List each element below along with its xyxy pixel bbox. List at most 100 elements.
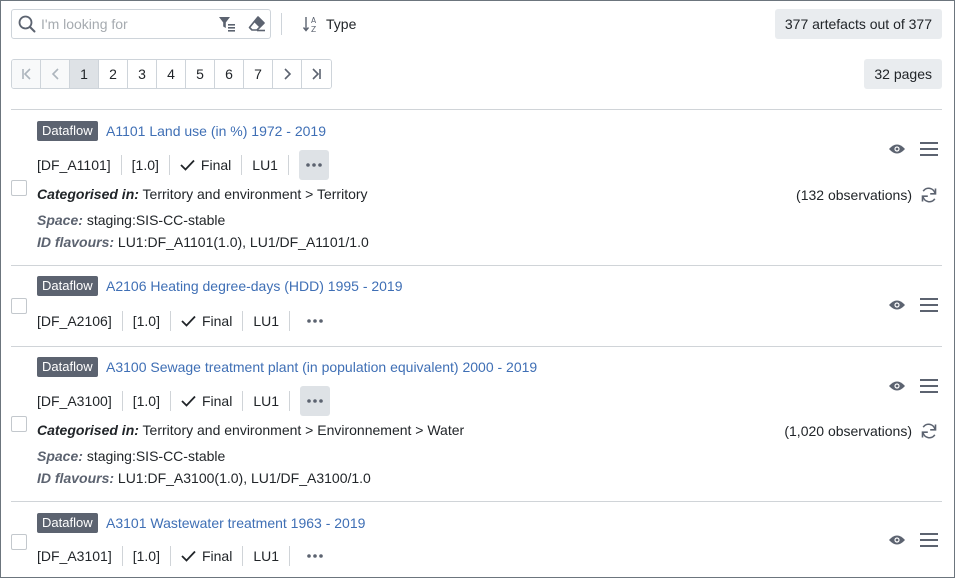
- item-checkbox[interactable]: [11, 180, 27, 196]
- ellipsis-icon: [306, 163, 322, 167]
- categorised-label: Categorised in:: [37, 422, 139, 438]
- artefact-status: Final: [171, 546, 244, 566]
- filter-list-icon[interactable]: [218, 16, 236, 32]
- eye-icon[interactable]: [888, 143, 906, 155]
- flavours-line: ID flavours: LU1:DF_A3100(1.0), LU1/DF_A…: [37, 470, 371, 486]
- sort-label: Type: [326, 16, 357, 32]
- page-button-5[interactable]: 5: [186, 60, 215, 88]
- space-line: Space: staging:SIS-CC-stable: [37, 448, 225, 464]
- item-checkbox[interactable]: [11, 298, 27, 314]
- space-label: Space:: [37, 448, 83, 464]
- artefact-title-link[interactable]: A2106 Heating degree-days (HDD) 1995 - 2…: [106, 278, 403, 294]
- check-icon: [181, 315, 196, 327]
- ellipsis-icon: [307, 554, 323, 558]
- search-box[interactable]: [11, 9, 271, 39]
- item-actions: [888, 298, 938, 312]
- eraser-icon[interactable]: [248, 15, 266, 33]
- check-icon: [180, 159, 195, 171]
- eye-icon[interactable]: [888, 380, 906, 392]
- first-page-button[interactable]: [12, 60, 41, 88]
- space-line: Space: staging:SIS-CC-stable: [37, 212, 225, 228]
- eye-icon[interactable]: [888, 534, 906, 546]
- more-actions-button[interactable]: [300, 386, 331, 416]
- page-button-4[interactable]: 4: [157, 60, 186, 88]
- page-button-7[interactable]: 7: [244, 60, 273, 88]
- artefact-list: Dataflow A1101 Land use (in %) 1972 - 20…: [11, 109, 942, 577]
- refresh-icon[interactable]: [920, 186, 938, 204]
- menu-icon[interactable]: [920, 533, 938, 547]
- artefact-id: [DF_A2106]: [37, 311, 123, 331]
- flavours-line: ID flavours: LU1:DF_A1101(1.0), LU1/DF_A…: [37, 234, 369, 250]
- svg-text:A: A: [311, 16, 317, 25]
- observations-count: (1,020 observations): [784, 423, 912, 439]
- artefact-meta: [DF_A1101] [1.0] Final LU1: [37, 150, 329, 180]
- flavours-label: ID flavours:: [37, 470, 115, 486]
- next-page-button[interactable]: [273, 60, 302, 88]
- item-actions: [888, 379, 938, 393]
- categorised-value: Territory and environment > Territory: [142, 186, 368, 202]
- menu-icon[interactable]: [920, 298, 938, 312]
- categorised-value: Territory and environment > Environnemen…: [142, 422, 465, 438]
- eye-icon[interactable]: [888, 299, 906, 311]
- artefact-title-link[interactable]: A1101 Land use (in %) 1972 - 2019: [106, 123, 326, 139]
- last-page-icon: [312, 68, 321, 80]
- more-actions-button[interactable]: [298, 150, 329, 180]
- menu-icon[interactable]: [920, 142, 938, 156]
- artefact-agency: LU1: [242, 155, 289, 175]
- artefact-agency: LU1: [243, 546, 291, 566]
- sort-button[interactable]: A Z Type: [302, 13, 356, 35]
- menu-icon[interactable]: [920, 379, 938, 393]
- type-tag: Dataflow: [37, 513, 98, 533]
- item-actions: [888, 533, 938, 547]
- artefact-version: [1.0]: [123, 311, 171, 331]
- artefact-count-badge: 377 artefacts out of 377: [774, 9, 942, 39]
- artefact-status: Final: [171, 391, 244, 411]
- categorised-label: Categorised in:: [37, 186, 139, 202]
- previous-page-button[interactable]: [41, 60, 70, 88]
- artefact-agency: LU1: [243, 391, 291, 411]
- item-checkbox[interactable]: [11, 416, 27, 432]
- list-item: Dataflow A3100 Sewage treatment plant (i…: [11, 346, 942, 501]
- status-label: Final: [200, 157, 232, 173]
- page-button-3[interactable]: 3: [128, 60, 157, 88]
- status-label: Final: [201, 313, 233, 329]
- item-checkbox[interactable]: [11, 534, 27, 550]
- observations-info: (1,020 observations): [784, 422, 938, 440]
- refresh-icon[interactable]: [920, 422, 938, 440]
- artefact-status: Final: [170, 155, 243, 175]
- artefact-title-link[interactable]: A3100 Sewage treatment plant (in populat…: [106, 359, 537, 375]
- type-tag: Dataflow: [37, 121, 98, 141]
- flavours-label: ID flavours:: [37, 234, 115, 250]
- chevron-left-icon: [51, 68, 59, 80]
- svg-text:Z: Z: [311, 25, 316, 33]
- more-actions-button[interactable]: [300, 541, 330, 571]
- page-button-6[interactable]: 6: [215, 60, 244, 88]
- search-icon: [18, 15, 36, 33]
- page-button-1[interactable]: 1: [70, 60, 99, 88]
- artefact-meta: [DF_A3101] [1.0] Final LU1: [37, 541, 330, 571]
- type-tag: Dataflow: [37, 276, 98, 296]
- check-icon: [181, 395, 196, 407]
- search-input[interactable]: [41, 14, 211, 34]
- space-value: staging:SIS-CC-stable: [86, 448, 226, 464]
- last-page-button[interactable]: [302, 60, 331, 88]
- categorised-line: Categorised in: Territory and environmen…: [37, 186, 368, 202]
- first-page-icon: [22, 68, 31, 80]
- chevron-right-icon: [284, 68, 292, 80]
- artefact-id: [DF_A3100]: [37, 391, 123, 411]
- flavours-value: LU1:DF_A1101(1.0), LU1/DF_A1101/1.0: [117, 234, 369, 250]
- artefact-title-link[interactable]: A3101 Wastewater treatment 1963 - 2019: [106, 515, 365, 531]
- status-label: Final: [201, 548, 233, 564]
- space-label: Space:: [37, 212, 83, 228]
- artefact-meta: [DF_A2106] [1.0] Final LU1: [37, 306, 330, 336]
- artefact-id: [DF_A3101]: [37, 546, 123, 566]
- list-item: Dataflow A1101 Land use (in %) 1972 - 20…: [11, 109, 942, 265]
- page-button-2[interactable]: 2: [99, 60, 128, 88]
- item-actions: [888, 142, 938, 156]
- list-item: Dataflow A2106 Heating degree-days (HDD)…: [11, 265, 942, 346]
- status-label: Final: [201, 393, 233, 409]
- artefact-version: [1.0]: [123, 546, 171, 566]
- flavours-value: LU1:DF_A3100(1.0), LU1/DF_A3100/1.0: [117, 470, 371, 486]
- toolbar-divider: [281, 13, 282, 35]
- more-actions-button[interactable]: [300, 306, 330, 336]
